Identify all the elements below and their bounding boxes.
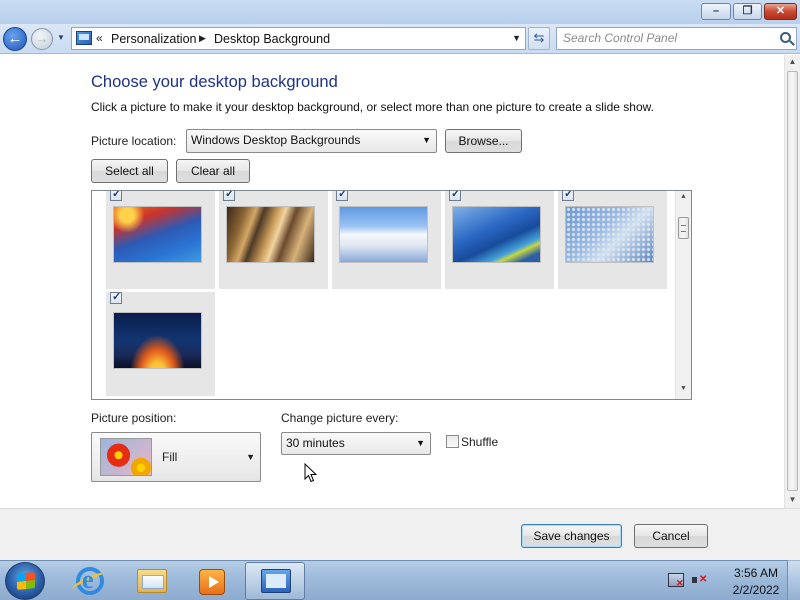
cancel-button[interactable]: Cancel <box>634 524 708 548</box>
dotted-facade-image <box>565 206 654 263</box>
picture-tile[interactable] <box>106 191 215 289</box>
page-description: Click a picture to make it your desktop … <box>91 100 654 114</box>
minimize-icon: – <box>712 5 720 17</box>
search-icon[interactable] <box>780 32 791 43</box>
picture-checkbox[interactable] <box>562 191 574 201</box>
picture-checkbox[interactable] <box>110 290 122 304</box>
search-input[interactable] <box>563 31 768 45</box>
show-desktop-button[interactable] <box>787 560 800 600</box>
window-title-bar: – ❐ ✕ <box>0 0 800 24</box>
refresh-icon: ⇆ <box>533 30 545 45</box>
picture-checkbox[interactable] <box>449 191 461 201</box>
main-content: Choose your desktop background Click a p… <box>0 55 784 508</box>
picture-checkbox[interactable] <box>223 191 235 201</box>
breadcrumb-overflow[interactable]: « <box>96 31 103 45</box>
control-panel-icon <box>76 31 92 45</box>
dialog-footer: Save changes Cancel <box>0 508 800 560</box>
network-disconnected-icon[interactable] <box>668 573 684 589</box>
system-tray: 3:56 AM 2/2/2022 <box>660 561 800 600</box>
gallery-scroll-thumb[interactable] <box>678 217 689 239</box>
gallery-scrollbar[interactable]: ▲ ▼ <box>675 191 691 399</box>
picture-tile[interactable] <box>558 191 667 289</box>
save-changes-button[interactable]: Save changes <box>521 524 622 548</box>
taskbar-internet-explorer[interactable] <box>62 562 118 600</box>
chevron-down-icon: ▼ <box>246 452 255 462</box>
picture-position-select[interactable]: Fill ▼ <box>91 432 261 482</box>
navigation-bar: ← → ▼ « Personalization ▶ Desktop Backgr… <box>0 24 800 54</box>
page-title: Choose your desktop background <box>91 73 338 91</box>
media-player-icon <box>199 569 225 595</box>
position-preview-image <box>100 438 152 476</box>
recent-pages-button[interactable]: ▼ <box>57 33 67 45</box>
windows-explorer-icon <box>137 569 167 593</box>
taskbar-windows-explorer[interactable] <box>124 562 180 600</box>
picture-tile[interactable] <box>106 290 215 396</box>
close-icon: ✕ <box>775 5 786 17</box>
sunset-arches-image <box>113 312 202 369</box>
taskbar-media-player[interactable] <box>184 562 240 600</box>
volume-muted-icon[interactable] <box>692 573 708 587</box>
minimize-button[interactable]: – <box>701 3 731 20</box>
maximize-button[interactable]: ❐ <box>733 3 762 20</box>
address-bar[interactable]: « Personalization ▶ Desktop Background ▼ <box>71 27 526 50</box>
refresh-button[interactable]: ⇆ <box>528 27 550 50</box>
back-button[interactable]: ← <box>3 27 27 51</box>
breadcrumb-desktop-background[interactable]: Desktop Background <box>214 32 330 46</box>
control-panel-icon <box>261 569 291 593</box>
change-picture-value: 30 minutes <box>286 436 345 450</box>
taskbar: 3:56 AM 2/2/2022 <box>0 560 800 600</box>
picture-position-value: Fill <box>162 450 178 464</box>
forward-button[interactable]: → <box>31 28 53 50</box>
start-button[interactable] <box>5 562 45 600</box>
change-picture-interval-select[interactable]: 30 minutes ▼ <box>281 432 431 455</box>
browse-button[interactable]: Browse... <box>445 129 522 153</box>
white-building-image <box>339 206 428 263</box>
picture-location-value: Windows Desktop Backgrounds <box>191 133 361 147</box>
scroll-up-icon[interactable]: ▲ <box>676 193 691 200</box>
blue-building-image <box>452 206 541 263</box>
back-arrow-icon: ← <box>7 30 23 47</box>
abstract-metal-image <box>226 206 315 263</box>
restore-icon: ❐ <box>742 5 753 17</box>
space-needle-image <box>113 206 202 263</box>
picture-gallery[interactable]: ▲ ▼ <box>91 190 692 400</box>
breadcrumb-personalization[interactable]: Personalization <box>111 32 196 46</box>
shuffle-label: Shuffle <box>461 435 499 449</box>
chevron-down-icon: ▼ <box>416 438 425 448</box>
window-scroll-thumb[interactable] <box>787 71 798 491</box>
picture-checkbox[interactable] <box>336 191 348 201</box>
scroll-up-icon[interactable]: ▲ <box>785 57 800 66</box>
scroll-down-icon[interactable]: ▼ <box>785 495 800 504</box>
shuffle-checkbox-box[interactable] <box>446 435 459 448</box>
clock-date[interactable]: 2/2/2022 <box>726 583 786 597</box>
close-button[interactable]: ✕ <box>764 3 797 20</box>
mouse-pointer-icon <box>304 463 318 483</box>
picture-checkbox[interactable] <box>110 191 122 201</box>
clock-time[interactable]: 3:56 AM <box>726 566 786 580</box>
scroll-down-icon[interactable]: ▼ <box>676 385 691 392</box>
address-dropdown-icon[interactable]: ▼ <box>512 33 521 43</box>
picture-location-select[interactable]: Windows Desktop Backgrounds ▼ <box>186 129 437 153</box>
picture-tile[interactable] <box>445 191 554 289</box>
picture-tile[interactable] <box>332 191 441 289</box>
windows-logo-icon <box>17 572 35 590</box>
search-box[interactable] <box>556 27 797 50</box>
picture-position-label: Picture position: <box>91 411 177 425</box>
picture-tile[interactable] <box>219 191 328 289</box>
shuffle-checkbox[interactable]: Shuffle <box>446 435 498 449</box>
breadcrumb-separator-icon[interactable]: ▶ <box>199 33 206 44</box>
select-all-button[interactable]: Select all <box>91 159 168 183</box>
forward-arrow-icon: → <box>35 31 49 46</box>
picture-location-label: Picture location: <box>91 134 177 148</box>
internet-explorer-icon <box>76 565 104 595</box>
clear-all-button[interactable]: Clear all <box>176 159 250 183</box>
window-scrollbar[interactable]: ▲ ▼ <box>784 55 800 508</box>
change-picture-label: Change picture every: <box>281 411 399 425</box>
taskbar-control-panel[interactable] <box>245 562 305 600</box>
chevron-down-icon: ▼ <box>422 135 431 145</box>
